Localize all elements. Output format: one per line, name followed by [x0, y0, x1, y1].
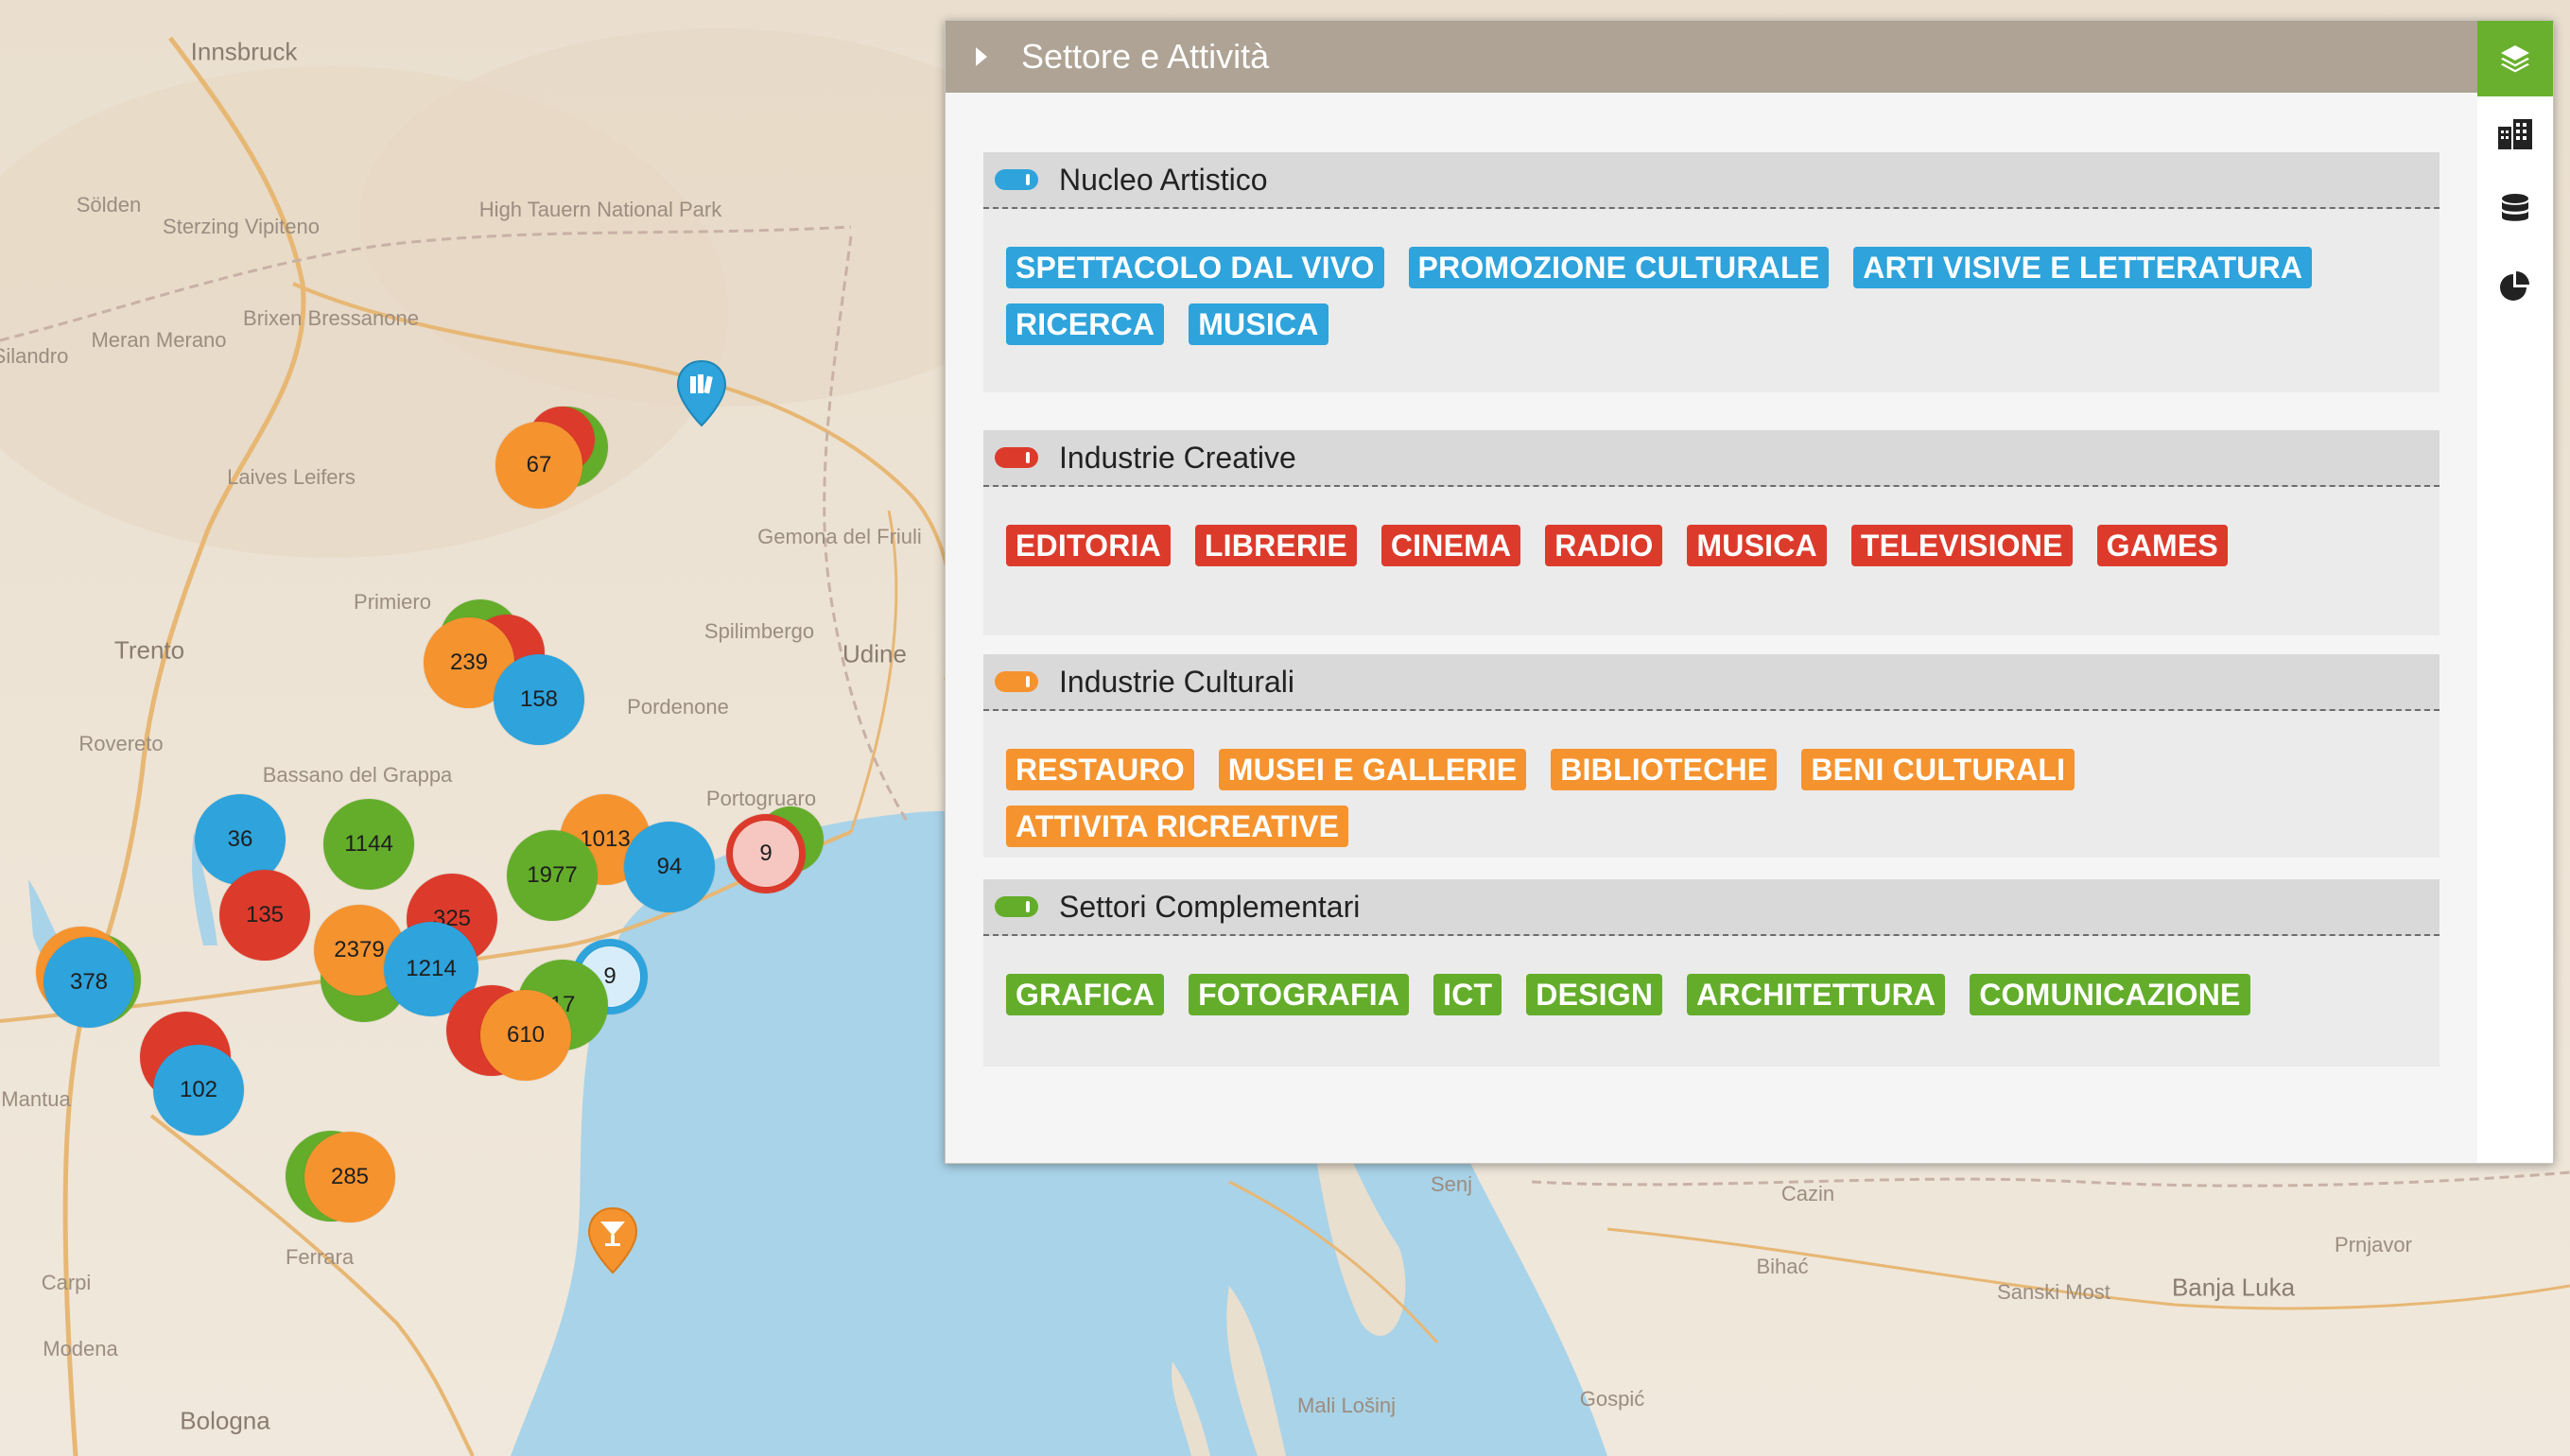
sector-title: Nucleo Artistico	[1059, 162, 1268, 197]
sector-tag-list: GRAFICA FOTOGRAFIA ICT DESIGN ARCHITETTURA CO…	[983, 936, 2440, 1049]
layers-button[interactable]	[2477, 21, 2553, 96]
activity-tag[interactable]: GAMES	[2096, 525, 2228, 566]
cluster-marker[interactable]: 285	[304, 1132, 395, 1222]
map-place-label: Mali Lošinj	[1297, 1394, 1396, 1417]
activity-tag[interactable]: EDITORIA	[1006, 525, 1171, 566]
expand-caret-icon[interactable]	[976, 47, 987, 66]
sector-section-header: Industrie Creative	[983, 430, 2440, 487]
layers-icon	[2501, 45, 2529, 73]
activity-tag[interactable]: BENI CULTURALI	[1801, 749, 2075, 790]
library-map-pin[interactable]	[675, 359, 728, 427]
map-place-label: Gemona del Friuli	[757, 525, 922, 548]
pie-chart-button[interactable]	[2477, 248, 2553, 323]
map-place-label: Trento	[113, 635, 185, 665]
sector-toggle[interactable]	[995, 169, 1038, 190]
cluster-marker[interactable]: 378	[43, 937, 134, 1028]
cocktail-map-pin[interactable]	[586, 1206, 639, 1274]
sector-activity-panel: Settore e Attività Nucleo Artistico SPETT…	[945, 20, 2554, 1164]
map-place-label: Sanski Most	[1997, 1280, 2110, 1304]
cluster-marker[interactable]: 102	[153, 1045, 244, 1135]
sector-section-header: Industrie Culturali	[983, 654, 2440, 711]
map-place-label: Rovereto	[78, 732, 164, 755]
cluster-marker[interactable]: 94	[624, 822, 715, 912]
sector-section: Nucleo Artistico SPETTACOLO DAL VIVO PROMO…	[983, 152, 2440, 392]
activity-tag[interactable]: MUSICA	[1189, 303, 1328, 345]
activity-tag[interactable]: MUSICA	[1687, 525, 1827, 566]
map-place-label: Meran Merano	[91, 328, 227, 352]
database-icon	[2502, 194, 2528, 221]
sector-section: Industrie Culturali RESTAURO MUSEI E GALLE…	[983, 654, 2440, 858]
activity-tag[interactable]: LIBRERIE	[1194, 525, 1357, 566]
sector-section-header: Settori Complementari	[983, 879, 2440, 936]
activity-tag[interactable]: TELEVISIONE	[1850, 525, 2073, 566]
map-place-label: Bologna	[180, 1406, 270, 1435]
cluster-marker[interactable]: 135	[219, 870, 310, 961]
map-place-label: Sterzing Vipiteno	[163, 215, 320, 238]
sector-tag-list: EDITORIA LIBRERIE CINEMA RADIO MUSICA TELEVIS…	[983, 487, 2440, 600]
buildings-button[interactable]	[2477, 96, 2553, 172]
map-place-label: Innsbruck	[190, 37, 298, 66]
activity-tag[interactable]: ATTIVITA RICREATIVE	[1006, 806, 1349, 847]
sector-title: Industrie Creative	[1059, 440, 1296, 475]
activity-tag[interactable]: FOTOGRAFIA	[1189, 974, 1410, 1015]
sector-section-header: Nucleo Artistico	[983, 152, 2440, 209]
map-place-label: Modena	[43, 1337, 118, 1361]
panel-title: Settore e Attività	[1021, 37, 1270, 76]
panel-header[interactable]: Settore e Attività	[946, 21, 2477, 93]
map-place-label: Bihać	[1756, 1255, 1809, 1278]
activity-tag[interactable]: SPETTACOLO DAL VIVO	[1006, 247, 1384, 288]
panel-body: Nucleo Artistico SPETTACOLO DAL VIVO PROMO…	[946, 93, 2477, 1163]
activity-tag[interactable]: CINEMA	[1381, 525, 1521, 566]
activity-tag[interactable]: MUSEI E GALLERIE	[1218, 749, 1527, 790]
map-place-label: Spilimbergo	[703, 619, 815, 643]
sector-toggle[interactable]	[995, 447, 1038, 468]
activity-tag[interactable]: ICT	[1433, 974, 1502, 1015]
pie-chart-icon	[2500, 271, 2529, 301]
cluster-marker[interactable]: 67	[495, 422, 582, 509]
cluster-marker[interactable]: 610	[480, 990, 571, 1081]
panel-sidebar	[2477, 21, 2553, 1163]
sector-section: Settori Complementari GRAFICA FOTOGRAFIA IC…	[983, 879, 2440, 1066]
map-place-label: Banja Luka	[2171, 1273, 2296, 1302]
database-button[interactable]	[2477, 172, 2553, 248]
activity-tag[interactable]: ARCHITETTURA	[1687, 974, 1946, 1015]
cluster-marker[interactable]: 158	[494, 654, 584, 745]
map-place-label: Primiero	[354, 590, 431, 614]
map-place-label: Silandro	[0, 344, 69, 368]
activity-tag[interactable]: RADIO	[1545, 525, 1663, 566]
sector-title: Settori Complementari	[1059, 889, 1361, 924]
map-place-label: High Tauern National Park	[478, 198, 722, 221]
activity-tag[interactable]: RICERCA	[1006, 303, 1165, 345]
map-place-label: Pordenone	[627, 695, 729, 719]
map-place-label: Cazin	[1780, 1182, 1835, 1205]
activity-tag[interactable]: BIBLIOTECHE	[1551, 749, 1778, 790]
sector-section: Industrie Creative EDITORIA LIBRERIE CINEMA…	[983, 430, 2440, 635]
cluster-marker[interactable]: 9	[733, 821, 799, 887]
cluster-marker[interactable]: 1977	[507, 830, 598, 921]
sector-tag-list: SPETTACOLO DAL VIVO PROMOZIONE CULTURALE A…	[983, 209, 2440, 379]
activity-tag[interactable]: PROMOZIONE CULTURALE	[1408, 247, 1830, 288]
activity-tag[interactable]: RESTAURO	[1006, 749, 1194, 790]
sector-title: Industrie Culturali	[1059, 664, 1294, 699]
map-place-label: Prnjavor	[2335, 1233, 2412, 1257]
activity-tag[interactable]: DESIGN	[1526, 974, 1663, 1015]
map-place-label: Sölden	[76, 193, 142, 217]
activity-tag[interactable]: ARTI VISIVE E LETTERATURA	[1853, 247, 2313, 288]
cluster-marker[interactable]: 1144	[323, 799, 414, 890]
map-place-label: Laives Leifers	[227, 465, 356, 489]
activity-tag[interactable]: GRAFICA	[1006, 974, 1165, 1015]
activity-tag[interactable]: COMUNICAZIONE	[1970, 974, 2250, 1015]
sector-toggle[interactable]	[995, 671, 1038, 692]
map-place-label: Senj	[1430, 1172, 1473, 1196]
map-place-label: Carpi	[41, 1271, 92, 1294]
sector-toggle[interactable]	[995, 896, 1038, 917]
map-place-label: Udine	[842, 639, 907, 668]
map-place-label: Ferrara	[285, 1245, 355, 1269]
sector-tag-list: RESTAURO MUSEI E GALLERIE BIBLIOTECHE BENI …	[983, 711, 2440, 881]
map-place-label: Mantua	[1, 1087, 71, 1111]
buildings-icon	[2498, 119, 2532, 149]
map-place-label: Brixen Bressanone	[243, 306, 419, 330]
map-place-label: Bassano del Grappa	[262, 763, 453, 787]
map-place-label: Gospić	[1579, 1387, 1645, 1411]
